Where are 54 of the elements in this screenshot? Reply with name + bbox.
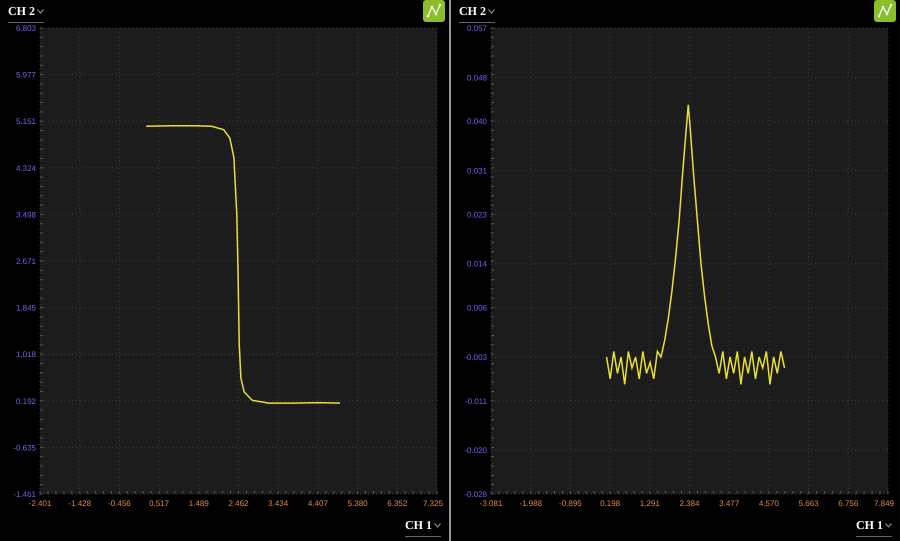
x-tick-label: -3.081	[480, 499, 502, 508]
x-tick-label: -0.456	[108, 499, 131, 508]
y-tick-label: 2.671	[16, 257, 36, 266]
y-tick-label: 0.040	[466, 117, 487, 126]
x-tick-label: 7.325	[422, 499, 444, 508]
y-tick-label: 1.845	[16, 304, 36, 313]
y-tick-label: -0.635	[13, 443, 36, 452]
x-tick-label: 0.517	[149, 499, 170, 508]
y-channel-selector[interactable]: CH 2	[459, 0, 495, 23]
x-tick-label: 3.477	[719, 499, 740, 508]
y-tick-label: -0.028	[464, 490, 487, 499]
y-tick-label: 6.803	[16, 24, 36, 33]
x-tick-label: -1.988	[519, 499, 542, 508]
x-tick-label: -0.895	[559, 499, 582, 508]
caret-icon	[434, 522, 441, 528]
x-tick-label: 5.663	[798, 499, 819, 508]
x-tick-label: 6.352	[387, 499, 408, 508]
y-tick-label: 0.192	[16, 396, 36, 406]
x-tick-label: 0.198	[600, 499, 620, 508]
x-tick-label: 2.384	[679, 499, 700, 508]
y-tick-label: 0.031	[466, 166, 487, 176]
x-channel-selector[interactable]: CH 1	[856, 516, 892, 537]
x-channel-selector[interactable]: CH 1	[405, 516, 441, 537]
x-tick-label: 1.291	[640, 499, 660, 508]
y-tick-label: -0.020	[464, 446, 487, 456]
x-tick-label: 6.756	[838, 499, 858, 508]
line-graph-icon[interactable]	[874, 0, 896, 22]
y-tick-label: -0.011	[464, 396, 487, 406]
caret-icon	[488, 8, 495, 14]
x-tick-label: -2.401	[28, 499, 52, 508]
x-tick-label: 5.380	[348, 499, 368, 508]
x-tick-label: 7.849	[874, 499, 894, 508]
caret-icon	[885, 522, 892, 528]
y-tick-label: 5.977	[16, 70, 36, 80]
x-tick-label: -1.428	[68, 499, 92, 508]
y-tick-label: 0.048	[466, 73, 487, 82]
caret-icon	[37, 8, 44, 14]
line-graph-icon[interactable]	[423, 0, 445, 22]
y-tick-label: 0.014	[466, 260, 487, 269]
y-tick-label: 4.324	[16, 164, 36, 173]
y-tick-label: 0.023	[466, 210, 487, 220]
y-tick-label: 0.057	[466, 24, 487, 33]
y-tick-label: 0.006	[466, 304, 487, 313]
x-tick-label: 4.407	[308, 499, 328, 508]
y-tick-label: 3.498	[16, 210, 36, 220]
y-tick-label: 5.151	[16, 117, 36, 126]
x-tick-label: 1.489	[188, 499, 209, 508]
x-tick-label: 3.434	[268, 499, 288, 508]
y-tick-label: 1.018	[16, 350, 36, 360]
y-tick-label: -1.461	[13, 490, 36, 499]
x-tick-label: 2.462	[228, 499, 249, 508]
y-tick-label: -0.003	[464, 352, 487, 362]
x-tick-label: 4.570	[758, 499, 779, 508]
y-channel-selector[interactable]: CH 2	[8, 0, 44, 23]
